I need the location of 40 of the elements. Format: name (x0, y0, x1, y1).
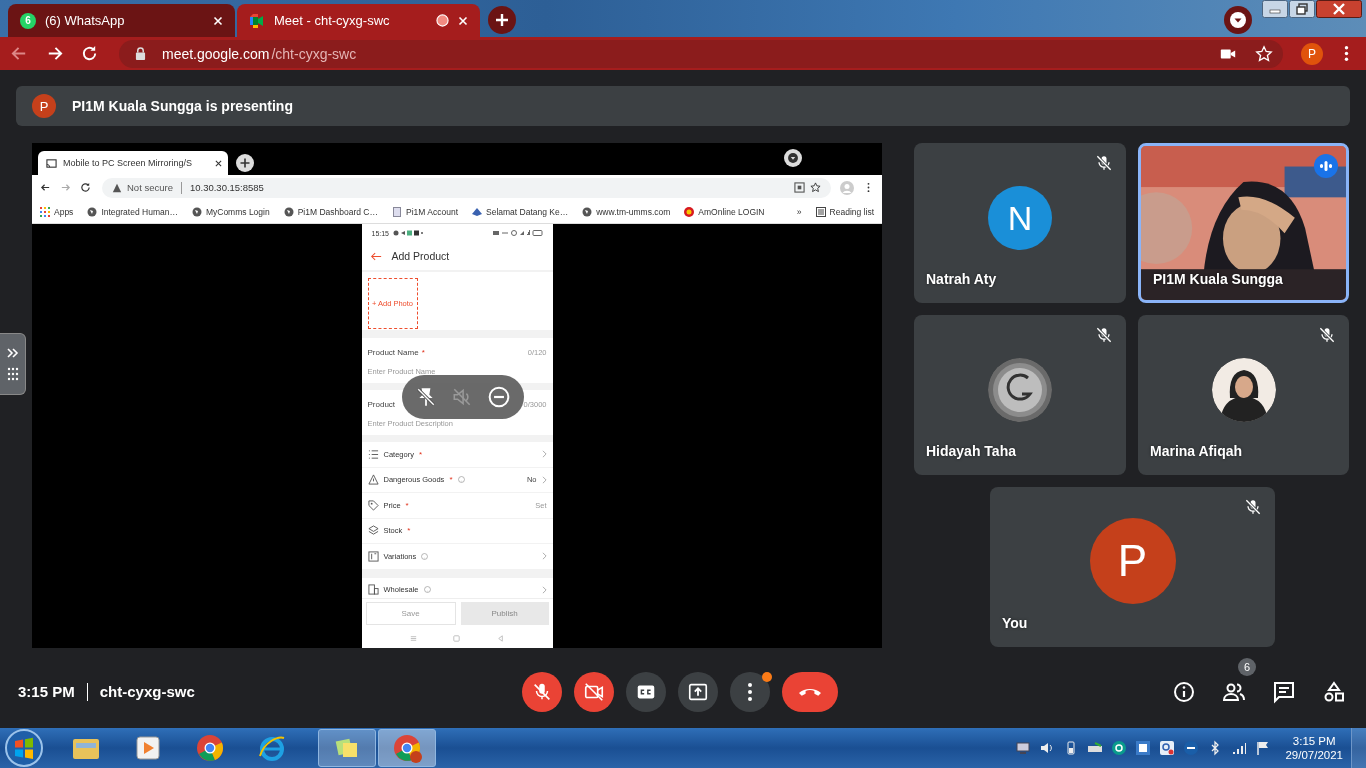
clock[interactable]: 3:15 PM 29/07/2021 (1285, 735, 1343, 761)
browser-tab[interactable]: Meet - cht-cyxg-swc (237, 4, 480, 37)
meeting-time: 3:15 PM (18, 683, 75, 700)
profile-avatar[interactable]: P (1301, 42, 1323, 65)
required-mark: * (421, 348, 425, 357)
reading-list[interactable]: Reading list (815, 206, 874, 217)
bookmark[interactable]: Apps (40, 206, 74, 217)
presenter-avatar: P (32, 94, 56, 118)
whatsapp-icon: 6 (20, 12, 36, 29)
meeting-code: cht-cyxg-swc (99, 683, 195, 700)
browser-tab[interactable]: 6 (6) WhatsApp (8, 4, 235, 37)
clock-date: 29/07/2021 (1285, 749, 1343, 761)
participant-avatar: P (1089, 518, 1176, 604)
address-bar[interactable]: meet.google.com/cht-cyxg-swc (119, 39, 1283, 68)
required-mark: * (407, 526, 411, 536)
participant-name: Marina Afiqah (1150, 443, 1243, 459)
field-label: Product Name (367, 348, 419, 357)
participant-name: Hidayah Taha (926, 443, 1016, 459)
bookmark[interactable]: Pi1M Account (392, 206, 458, 217)
bookmark[interactable]: Integrated Human… (87, 206, 178, 217)
bookmark[interactable]: AmOnline LOGIN (684, 206, 765, 217)
presenting-text: PI1M Kuala Sungga is presenting (72, 98, 293, 114)
participant-name: Natrah Aty (926, 271, 997, 287)
required-mark: * (449, 475, 453, 485)
participant-count: 6 (1238, 657, 1256, 676)
browser-tab[interactable]: Mobile to PC Screen Mirroring/S (38, 151, 228, 175)
clock-time: 3:15 PM (1292, 735, 1336, 747)
address-bar[interactable]: Not secure 10.30.30.15:8585 (102, 177, 831, 198)
participant-name: You (1002, 615, 1028, 631)
participant-name: PI1M Kuala Sungga (1153, 271, 1283, 287)
bookmark[interactable]: MyComms Login (191, 206, 270, 217)
participant-avatar: N (988, 186, 1052, 250)
required-mark: * (405, 500, 409, 510)
more-bookmarks[interactable]: » (796, 206, 802, 217)
field-label: Product (367, 400, 396, 409)
bookmark[interactable]: Selamat Datang Ke… (472, 206, 569, 217)
bookmark[interactable]: www.tm-umms.com (582, 206, 671, 217)
required-mark: * (418, 449, 423, 459)
bookmark[interactable]: Pi1M Dashboard C… (283, 206, 378, 217)
page-title: Add Product (391, 250, 450, 262)
